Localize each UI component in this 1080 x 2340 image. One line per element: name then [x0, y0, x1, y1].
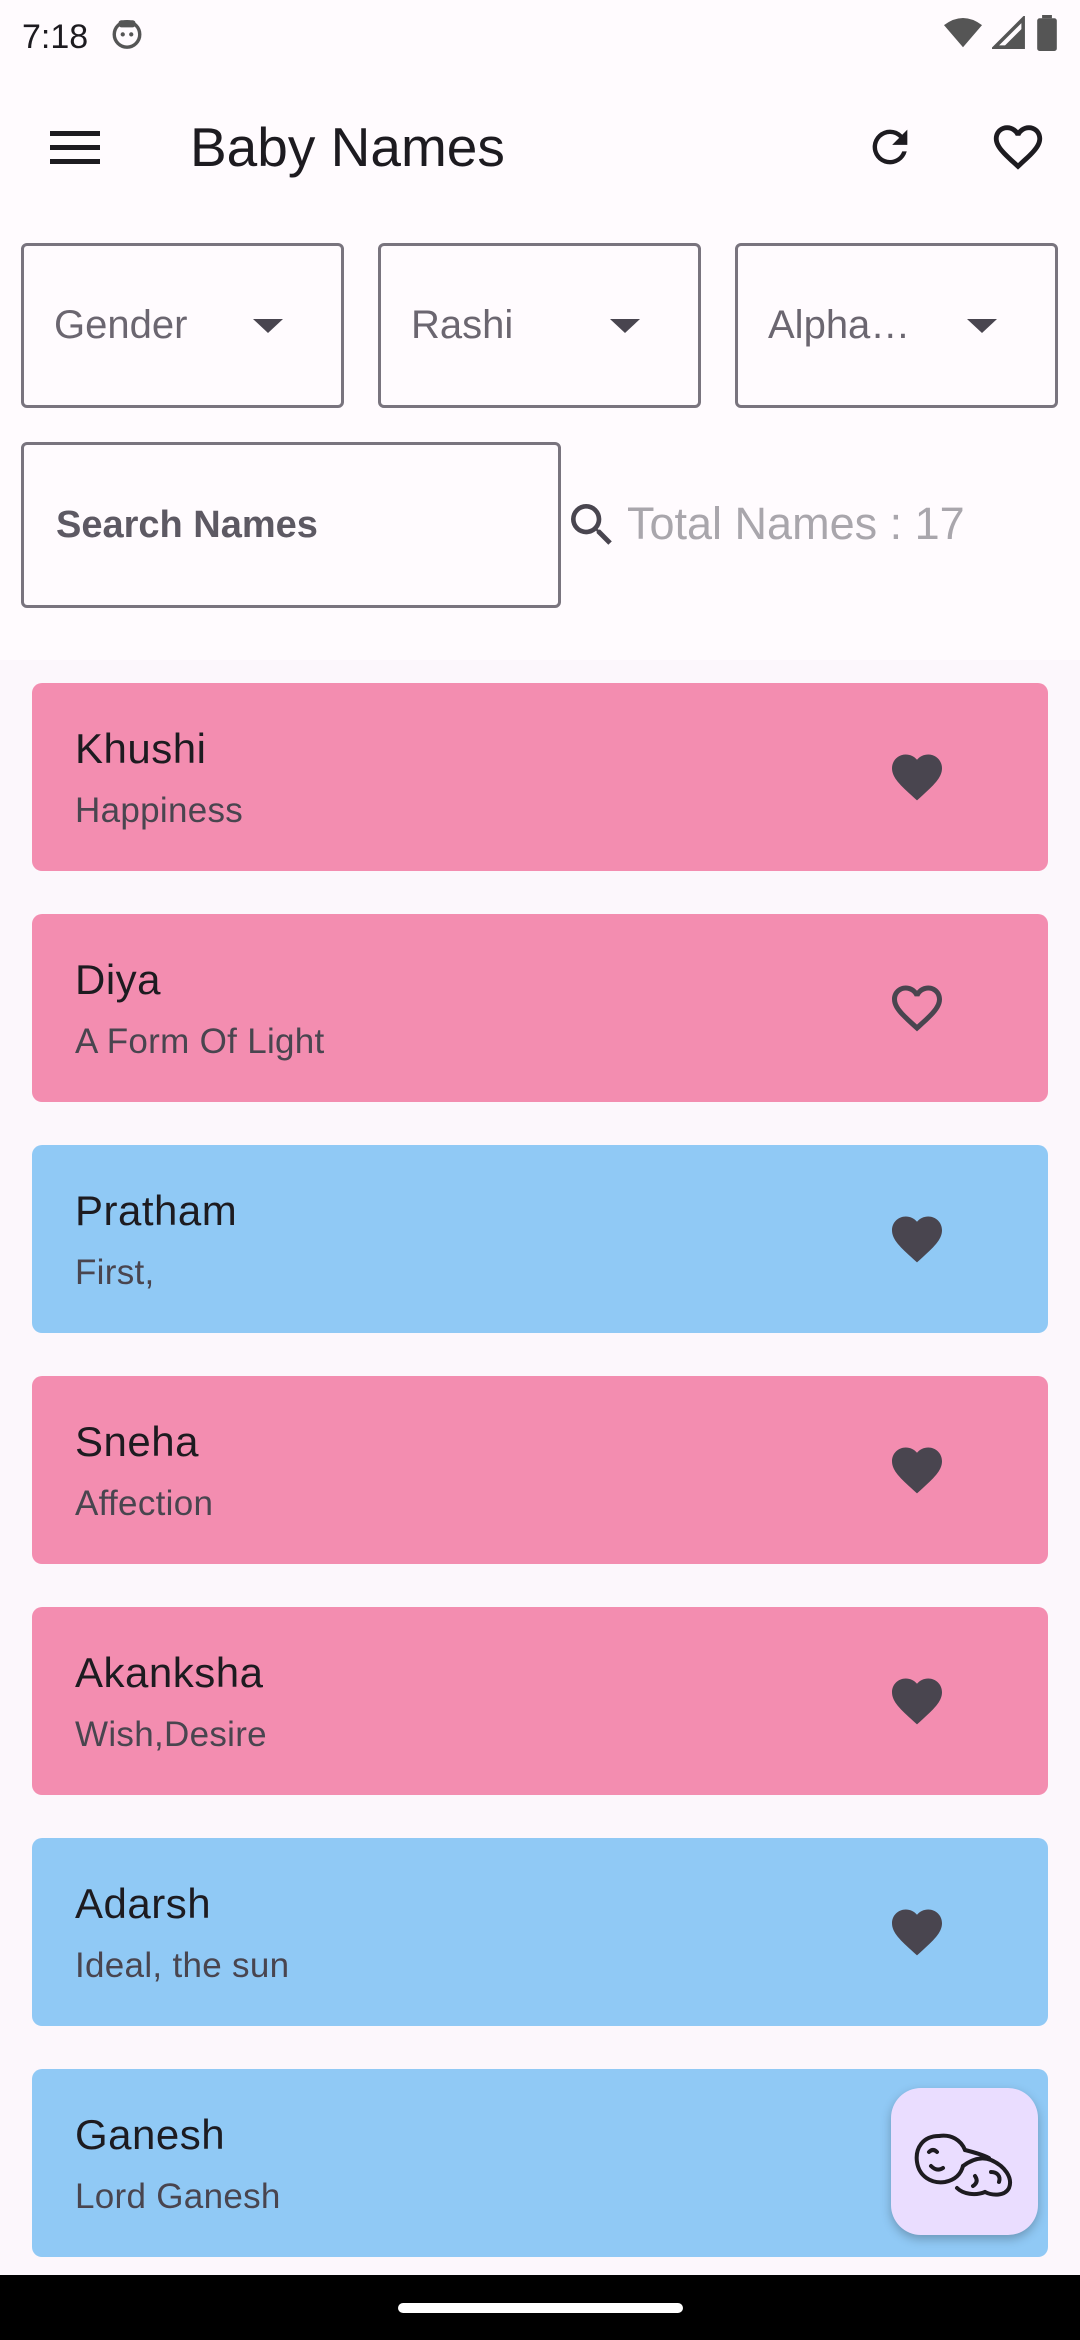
refresh-button[interactable]	[855, 112, 925, 182]
name-card[interactable]: Pratham First,	[32, 1145, 1048, 1333]
baby-icon	[914, 2133, 1012, 2197]
name-card[interactable]: Adarsh Ideal, the sun	[32, 1838, 1048, 2026]
baby-fab-button[interactable]	[891, 2088, 1038, 2235]
gender-dropdown-label: Gender	[54, 303, 188, 347]
gender-dropdown[interactable]: Gender	[21, 243, 344, 408]
heart-filled-icon[interactable]	[887, 1209, 947, 1269]
heart-filled-icon[interactable]	[887, 1902, 947, 1962]
battery-icon	[1036, 15, 1058, 60]
page-title: Baby Names	[190, 116, 505, 178]
dropdown-arrow-icon	[253, 318, 283, 333]
status-time: 7:18	[22, 18, 89, 56]
refresh-icon	[872, 129, 908, 165]
home-gesture-handle[interactable]	[397, 2302, 683, 2313]
search-icon[interactable]	[564, 495, 620, 555]
name-card[interactable]: Diya A Form Of Light	[32, 914, 1048, 1102]
hamburger-menu-icon	[50, 131, 100, 164]
search-field[interactable]	[21, 442, 612, 608]
name-card[interactable]: Khushi Happiness	[32, 683, 1048, 871]
name-card[interactable]: Sneha Affection	[32, 1376, 1048, 1564]
favorites-button[interactable]	[980, 112, 1055, 182]
heart-filled-icon[interactable]	[887, 1671, 947, 1731]
heart-filled-icon[interactable]	[887, 747, 947, 807]
notification-icon	[110, 16, 144, 59]
heart-outline-icon[interactable]	[887, 978, 947, 1038]
alphabet-dropdown-label: Alpha…	[768, 303, 911, 347]
dropdown-arrow-icon	[610, 318, 640, 333]
search-input[interactable]	[56, 503, 564, 547]
rashi-dropdown-label: Rashi	[411, 303, 514, 347]
names-list[interactable]: Khushi Happiness Diya A Form Of Light Pratha…	[0, 660, 1080, 2275]
system-navigation-bar	[0, 2275, 1080, 2340]
total-names-count: Total Names : 17	[627, 498, 965, 549]
wifi-icon	[944, 16, 982, 59]
app-bar: Baby Names	[0, 75, 1080, 220]
signal-icon	[990, 14, 1026, 59]
name-card[interactable]: Akanksha Wish,Desire	[32, 1607, 1048, 1795]
alphabet-dropdown[interactable]: Alpha…	[735, 243, 1058, 408]
heart-outline-icon	[993, 125, 1042, 170]
dropdown-arrow-icon	[967, 318, 997, 333]
rashi-dropdown[interactable]: Rashi	[378, 243, 701, 408]
status-bar: 7:18	[0, 0, 1080, 75]
menu-button[interactable]	[40, 117, 110, 177]
heart-filled-icon[interactable]	[887, 1440, 947, 1500]
